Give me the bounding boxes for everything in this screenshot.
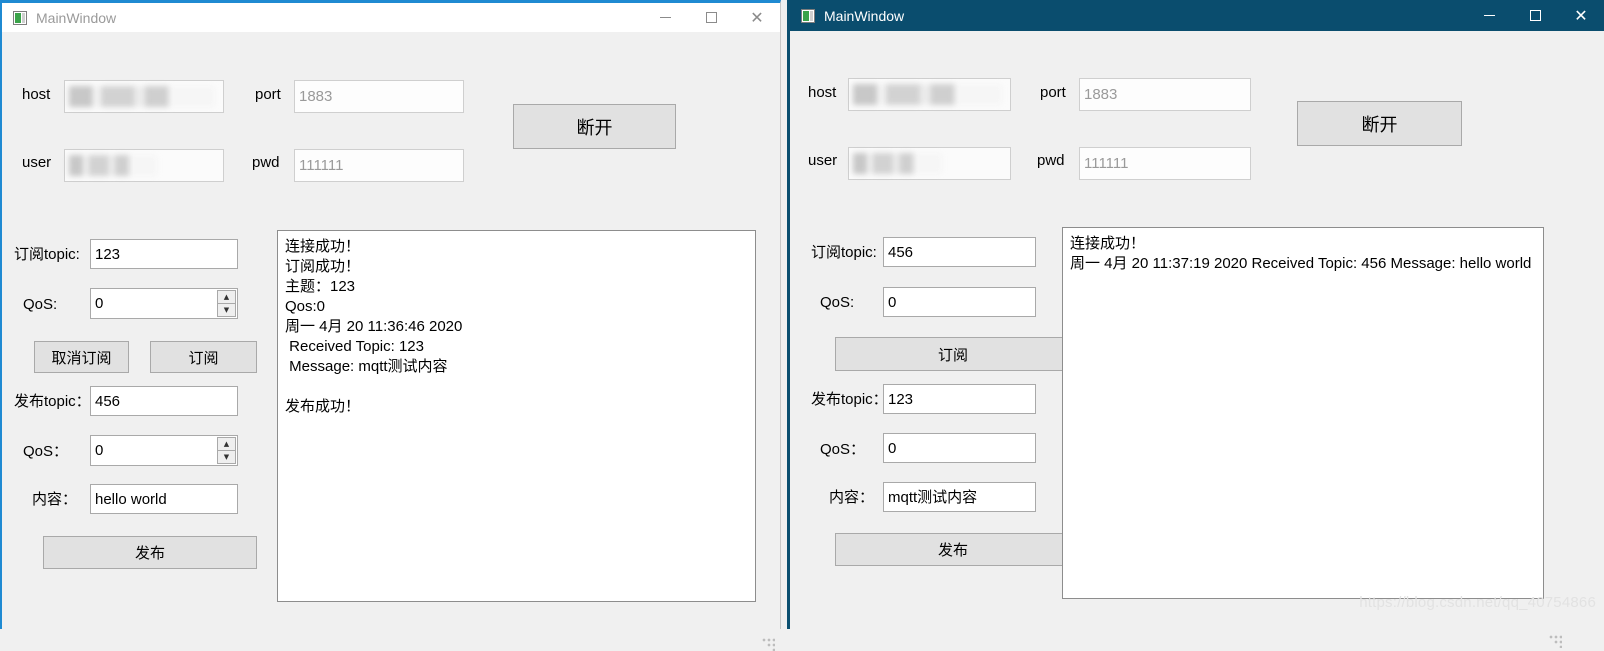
window-title-left: MainWindow <box>36 9 117 26</box>
disconnect-button-right[interactable]: 断开 <box>1297 101 1462 146</box>
resize-grip-left[interactable] <box>762 638 775 651</box>
log-output-left[interactable]: 连接成功！ 订阅成功！ 主题：123 Qos:0 周一 4月 20 11:36:… <box>277 230 756 602</box>
pwd-label-right: pwd <box>1037 152 1065 169</box>
host-redaction-blur <box>853 84 1002 105</box>
spinner-arrows-icon[interactable]: ▲ ▼ <box>217 290 236 317</box>
subscribe-topic-input-right[interactable]: 456 <box>883 237 1036 267</box>
user-input-left[interactable] <box>64 149 224 182</box>
window-controls-right[interactable]: ✕ <box>1466 0 1604 31</box>
pwd-input-left[interactable]: 111111 <box>294 149 464 182</box>
window-controls-left[interactable]: ✕ <box>642 3 780 32</box>
spinner-arrows-icon[interactable]: ▲ ▼ <box>217 437 236 464</box>
publish-content-label-right: 内容： <box>829 489 875 506</box>
subscribe-qos-spinner-left[interactable]: 0 ▲ ▼ <box>90 288 238 319</box>
subscribe-topic-label-right: 订阅topic: <box>811 244 877 261</box>
user-label-left: user <box>22 154 52 171</box>
resize-grip-right[interactable] <box>1549 635 1562 648</box>
maximize-button[interactable] <box>688 3 734 32</box>
publish-qos-spinner-left[interactable]: 0 ▲ ▼ <box>90 435 238 466</box>
app-window-icon <box>13 10 27 25</box>
port-label-right: port <box>1040 84 1066 101</box>
subscribe-qos-label-left: QoS: <box>23 296 58 313</box>
publish-qos-label-left: QoS： <box>23 443 69 460</box>
titlebar-right[interactable]: MainWindow ✕ <box>790 0 1604 31</box>
minimize-button[interactable] <box>642 3 688 32</box>
publish-content-label-left: 内容： <box>32 491 78 508</box>
subscribe-qos-value-left: 0 <box>95 295 104 312</box>
port-input-right[interactable]: 1883 <box>1079 78 1251 111</box>
unsubscribe-button-left[interactable]: 取消订阅 <box>34 341 129 373</box>
publish-topic-label-right: 发布topic： <box>811 391 888 408</box>
close-button[interactable]: ✕ <box>1558 0 1604 31</box>
publish-content-input-left[interactable]: hello world <box>90 484 238 514</box>
pwd-input-right[interactable]: 111111 <box>1079 147 1251 180</box>
user-redaction-blur <box>853 153 943 174</box>
app-window-icon <box>801 8 815 23</box>
host-label-left: host <box>22 86 51 103</box>
publish-topic-input-right[interactable]: 123 <box>883 384 1036 414</box>
maximize-button[interactable] <box>1512 0 1558 31</box>
spinner-down-icon[interactable]: ▼ <box>217 303 236 317</box>
spinner-up-icon[interactable]: ▲ <box>217 437 236 450</box>
publish-content-input-right[interactable]: mqtt测试内容 <box>883 482 1036 512</box>
publish-qos-input-right[interactable]: 0 <box>883 433 1036 463</box>
spinner-down-icon[interactable]: ▼ <box>217 450 236 464</box>
log-output-right[interactable]: 连接成功！ 周一 4月 20 11:37:19 2020 Received To… <box>1062 227 1544 599</box>
disconnect-button-left[interactable]: 断开 <box>513 104 676 149</box>
publish-button-left[interactable]: 发布 <box>43 536 257 569</box>
subscribe-qos-input-right[interactable]: 0 <box>883 287 1036 317</box>
publish-qos-value-left: 0 <box>95 442 104 459</box>
host-input-right[interactable] <box>848 78 1011 111</box>
port-input-left[interactable]: 1883 <box>294 80 464 113</box>
user-redaction-blur <box>69 155 157 176</box>
user-input-right[interactable] <box>848 147 1011 180</box>
subscribe-button-left[interactable]: 订阅 <box>150 341 257 373</box>
publish-qos-label-right: QoS： <box>820 441 866 458</box>
titlebar-left[interactable]: MainWindow ✕ <box>2 3 780 32</box>
host-label-right: host <box>808 84 837 101</box>
subscribe-button-right[interactable]: 订阅 <box>835 337 1071 371</box>
mqtt-window-left[interactable]: MainWindow ✕ host port 1883 断开 user pwd … <box>0 0 781 651</box>
subscribe-topic-label-left: 订阅topic: <box>14 246 80 263</box>
window-title-right: MainWindow <box>824 7 905 24</box>
publish-topic-label-left: 发布topic： <box>14 393 91 410</box>
pwd-label-left: pwd <box>252 154 280 171</box>
mqtt-window-right[interactable]: MainWindow ✕ host port 1883 断开 user pwd … <box>787 0 1604 648</box>
user-label-right: user <box>808 152 838 169</box>
minimize-button[interactable] <box>1466 0 1512 31</box>
publish-topic-input-left[interactable]: 456 <box>90 386 238 416</box>
subscribe-topic-input-left[interactable]: 123 <box>90 239 238 269</box>
subscribe-qos-label-right: QoS: <box>820 294 855 311</box>
port-label-left: port <box>255 86 281 103</box>
publish-button-right[interactable]: 发布 <box>835 533 1071 566</box>
host-redaction-blur <box>69 86 215 107</box>
close-button[interactable]: ✕ <box>734 3 780 32</box>
host-input-left[interactable] <box>64 80 224 113</box>
spinner-up-icon[interactable]: ▲ <box>217 290 236 303</box>
